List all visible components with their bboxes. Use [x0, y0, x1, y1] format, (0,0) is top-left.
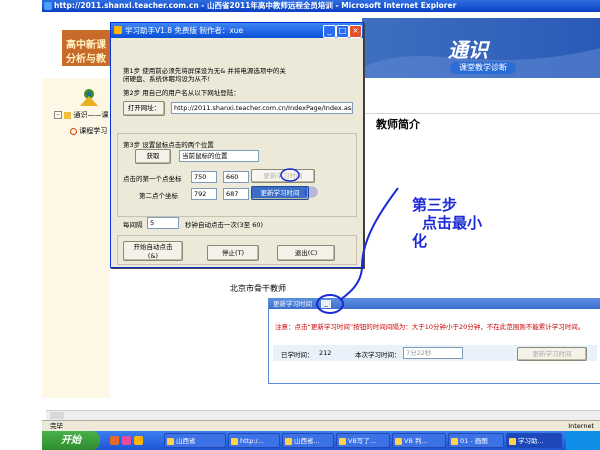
studied-label: 已学时间： — [281, 351, 314, 359]
coord1-label: 点击的第一个点坐标 — [123, 175, 182, 183]
annotation-arrow — [316, 187, 399, 314]
taskbar-item-5[interactable]: VB 判... — [392, 433, 446, 448]
taskbar-item-3[interactable]: 山西省... — [282, 433, 334, 448]
get-position-button[interactable]: 获取 — [135, 149, 171, 164]
taskbar-item-6-label: 01 - 画图 — [460, 437, 488, 445]
coord1-x-field[interactable]: 750 — [191, 171, 217, 183]
taskbar-item-7-label: 学习助... — [518, 437, 544, 445]
start-autoclick-label: 开始自动点击 — [133, 243, 173, 251]
interval-label: 每间隔 — [123, 221, 143, 229]
desktop-margin — [0, 0, 42, 450]
folder-icon — [64, 111, 72, 119]
nav-item-1-label: 通识——课 — [73, 111, 109, 119]
coord2-y-field[interactable]: 687 — [223, 188, 249, 200]
start-button[interactable]: 开始 — [42, 431, 100, 450]
expand-icon[interactable]: - — [54, 111, 62, 119]
site-logo-icon — [80, 89, 98, 106]
quicklaunch-ie-icon[interactable] — [110, 436, 119, 445]
window-icon — [339, 438, 346, 445]
this-session-field: 7分22秒 — [403, 347, 463, 359]
step2-text: 第2步 用自己的用户名从以下网址登陆： — [123, 89, 240, 97]
open-url-button[interactable]: 打开网址： — [123, 101, 165, 116]
browser-titlebar[interactable]: http://2011.shanxi.teacher.com.cn - 山西省2… — [42, 0, 600, 12]
status-bar: 完毕 Internet — [42, 420, 600, 431]
start-autoclick-button[interactable]: 开始自动点击 (&) — [123, 241, 183, 261]
coord2-x-field[interactable]: 792 — [191, 188, 217, 200]
window-icon — [167, 438, 174, 445]
current-position-field[interactable]: 当前鼠标的位置 — [179, 150, 259, 162]
annotation-line2: 点击最小 — [422, 214, 483, 232]
annotation-line3: 化 — [412, 232, 428, 250]
teacher-honor: 北京市骨干教师 — [230, 284, 286, 293]
taskbar-item-4[interactable]: VB写了... — [336, 433, 390, 448]
banner-right-small: 课堂教学诊断 — [450, 62, 516, 74]
interval-unit: 秒钟自动点击一次(3至 60) — [185, 221, 264, 229]
stop-button[interactable]: 停止(T) — [207, 245, 259, 261]
helper-app-icon — [114, 26, 122, 34]
nav-item-2[interactable]: 课程学习 — [70, 126, 107, 136]
interval-field[interactable]: 5 — [147, 217, 179, 229]
window-icon — [395, 438, 402, 445]
minimize-button[interactable]: _ — [323, 25, 336, 38]
taskbar-item-4-label: VB写了... — [348, 437, 377, 445]
step3-text: 第3步 设置鼠标点击的两个位置 — [123, 141, 214, 149]
quicklaunch-media-icon[interactable] — [122, 436, 131, 445]
banner-right: 通识 课堂教学诊断 — [362, 18, 600, 78]
start-autoclick-shortcut: (&) — [147, 252, 159, 260]
status-text: 完毕 — [50, 422, 63, 430]
horizontal-scrollbar[interactable] — [46, 410, 600, 420]
banner-right-big: 通识 — [448, 38, 488, 62]
taskbar-item-2-label: http:/... — [240, 437, 264, 445]
helper-title: 学习助手V1.8 免费版 制作者：xue — [125, 26, 244, 35]
nav-item-1[interactable]: - 通识——课 — [54, 110, 108, 120]
zone-label: Internet — [568, 422, 594, 430]
left-nav: - 通识——课 课程学习 — [42, 78, 110, 398]
popup-stats-row: 已学时间： 212 本次学习时间： 7分22秒 更新学习时间 — [273, 345, 597, 361]
nav-item-2-label: 课程学习 — [79, 127, 108, 135]
taskbar-item-1[interactable]: 山西省 — [164, 433, 226, 448]
browser-title: http://2011.shanxi.teacher.com.cn - 山西省2… — [54, 1, 457, 10]
window-icon — [231, 438, 238, 445]
window-icon — [509, 438, 516, 445]
annotation-text: 第三步 点击最小 化 — [412, 196, 482, 250]
step1-text-2: 闭硬盘、系统休眠均设为从不! — [123, 75, 211, 83]
close-button[interactable]: × — [349, 25, 362, 38]
studied-value: 212 — [319, 349, 332, 357]
window-icon — [285, 438, 292, 445]
annotation-line1: 第三步 — [412, 196, 458, 214]
bullet-icon — [70, 127, 77, 135]
update-study-time-button[interactable]: 更新学习时间 — [517, 347, 587, 361]
window-icon — [451, 438, 458, 445]
maximize-button[interactable]: □ — [336, 25, 349, 38]
taskbar-item-6[interactable]: 01 - 画图 — [448, 433, 504, 448]
banner-left-line1: 高中新课 — [66, 40, 106, 51]
page-title: 教师简介 — [376, 118, 420, 131]
ie-icon — [44, 2, 52, 10]
scroll-left-icon[interactable] — [50, 412, 64, 419]
quicklaunch-folder-icon[interactable] — [134, 436, 143, 445]
system-tray[interactable] — [566, 431, 600, 450]
taskbar-item-1-label: 山西省 — [176, 437, 196, 445]
url-field[interactable]: http://2011.shanxi.teacher.com.cn/IndexP… — [171, 102, 353, 114]
taskbar-item-2[interactable]: http:/... — [228, 433, 280, 448]
taskbar-item-7[interactable]: 学习助... — [506, 433, 562, 448]
coord2-label: 第二点个坐标 — [139, 192, 178, 200]
coord1-y-field[interactable]: 660 — [223, 171, 249, 183]
this-session-label: 本次学习时间： — [355, 351, 401, 359]
taskbar-item-5-label: VB 判... — [404, 437, 428, 445]
taskbar-item-3-label: 山西省... — [294, 437, 320, 445]
banner-left-line2: 分析与教 — [66, 54, 106, 65]
popup-note: 注意：点击“更新学习时间”按钮的时间间隔为：大于10分钟小于20分钟，不在此范围… — [275, 323, 585, 331]
